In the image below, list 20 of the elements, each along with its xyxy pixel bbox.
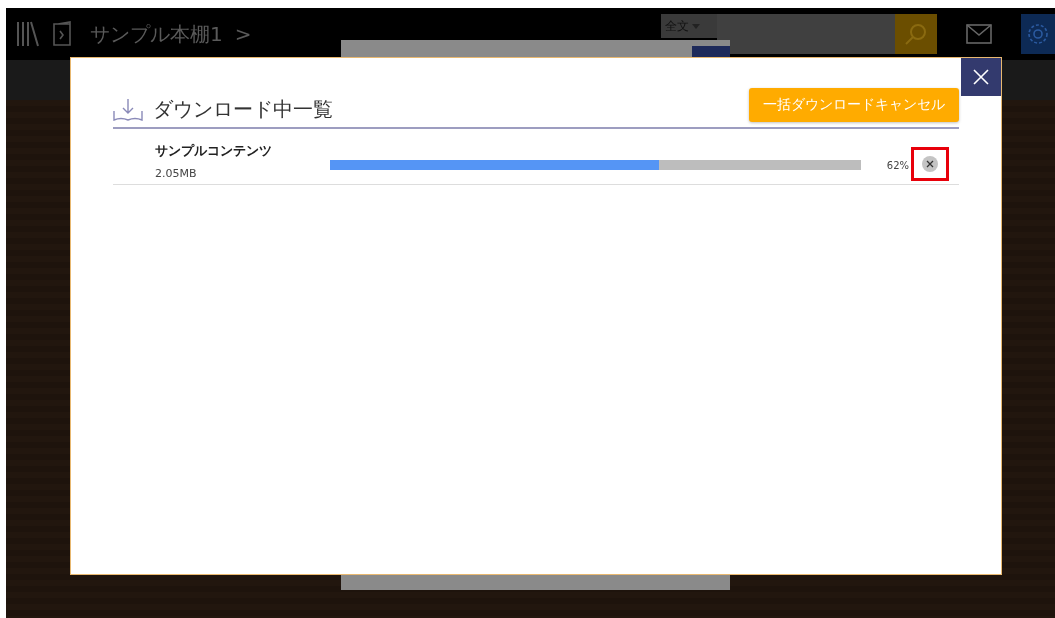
content-name: サンプルコンテンツ [155,141,273,160]
dialog-title: ダウンロード中一覧 [153,96,333,123]
book-icon[interactable] [52,21,74,47]
download-icon [113,97,143,122]
close-icon [972,68,990,86]
shelf-title: サンプル本棚1 [90,20,223,48]
cancel-all-button[interactable]: 一括ダウンロードキャンセル [749,87,959,122]
bookshelf-icon[interactable] [16,21,40,47]
search-button[interactable] [895,14,937,54]
search-icon [904,22,928,46]
chevron[interactable]: > [234,22,252,46]
close-icon [926,160,934,168]
mail-icon[interactable] [966,24,992,44]
cancel-download-button[interactable] [922,156,938,172]
progress-percent: 62% [885,159,910,171]
search-field[interactable] [717,14,895,54]
close-button[interactable] [961,58,1001,96]
settings-button[interactable] [1021,14,1055,54]
gear-icon [1026,22,1050,46]
file-size: 2.05MB [155,167,198,181]
